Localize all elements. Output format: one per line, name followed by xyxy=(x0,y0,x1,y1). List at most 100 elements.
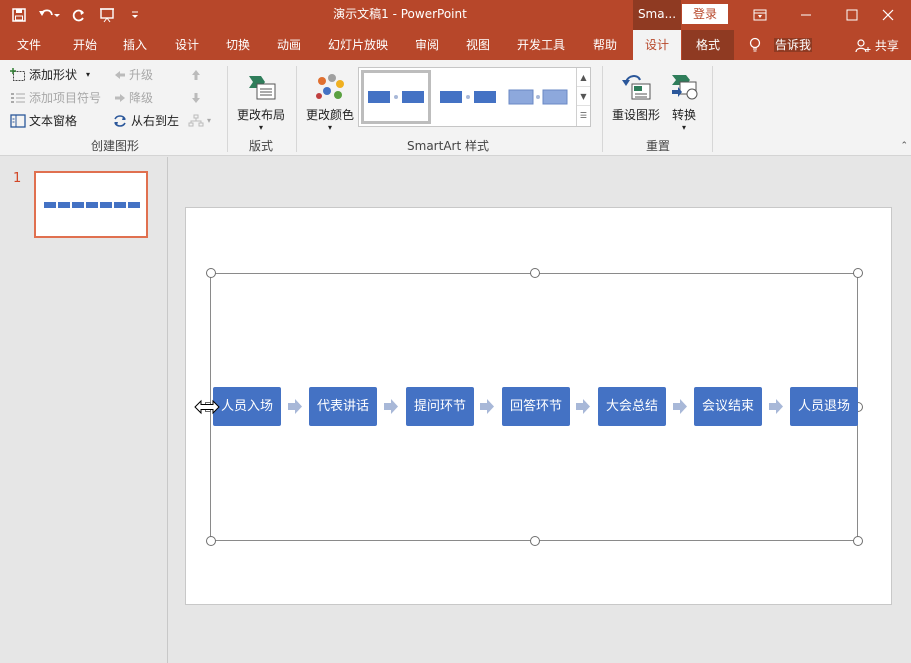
group-separator xyxy=(296,66,297,152)
process-step[interactable]: 人员入场 xyxy=(213,387,281,426)
collapse-ribbon-button[interactable]: ⌃ xyxy=(900,141,908,151)
thumbnail-shape xyxy=(86,202,98,208)
change-colors-label: 更改颜色 xyxy=(305,108,354,122)
gallery-scroll-down-button[interactable]: ▼ xyxy=(577,87,590,106)
gallery-scroll-up-button[interactable]: ▲ xyxy=(577,68,590,87)
org-chart-icon xyxy=(188,114,204,127)
login-button[interactable]: 登录 xyxy=(682,4,728,24)
process-step[interactable]: 回答环节 xyxy=(502,387,570,426)
arrow-right-icon xyxy=(769,399,783,414)
chevron-down-icon: ▾ xyxy=(207,116,212,125)
resize-handle-top-left[interactable] xyxy=(206,268,216,278)
person-icon xyxy=(855,38,871,52)
thumbnail-smartart-preview xyxy=(44,202,140,208)
change-layout-button[interactable]: 更改布局 ▾ xyxy=(232,68,290,132)
lightbulb-icon xyxy=(749,37,761,56)
smartart-style-option[interactable] xyxy=(503,70,573,124)
ribbon-tab-row: 文件 开始 插入 设计 切换 动画 幻灯片放映 审阅 视图 开发工具 帮助 设计… xyxy=(0,30,911,60)
right-to-left-button[interactable]: 从右到左 xyxy=(112,111,179,131)
minimize-button[interactable] xyxy=(783,0,829,30)
slide-thumbnail-pane: 1 xyxy=(0,157,168,663)
move-down-button[interactable] xyxy=(190,88,202,108)
tab-smartart-format[interactable]: 格式 xyxy=(682,30,734,60)
reset-group-label: 重置 xyxy=(645,139,670,153)
tab-developer[interactable]: 开发工具 xyxy=(506,30,576,60)
tab-design[interactable]: 设计 xyxy=(164,30,210,60)
smartart-styles-group-label: SmartArt 样式 xyxy=(407,139,489,153)
add-bullet-button[interactable]: 添加项目符号 xyxy=(10,88,101,108)
share-button[interactable]: 共享 xyxy=(855,37,899,54)
tab-slideshow[interactable]: 幻灯片放映 xyxy=(318,30,398,60)
chevron-down-icon: ▾ xyxy=(258,123,263,132)
add-shape-button[interactable]: 添加形状 ▾ xyxy=(10,65,90,85)
text-pane-button[interactable]: 文本窗格 xyxy=(10,111,77,131)
group-separator xyxy=(227,66,228,152)
color-palette-icon xyxy=(316,74,344,99)
tab-home[interactable]: 开始 xyxy=(60,30,110,60)
smartart-styles-gallery: ▲ ▼ ☰ xyxy=(358,67,591,127)
tab-help[interactable]: 帮助 xyxy=(582,30,628,60)
chevron-down-icon: ▾ xyxy=(681,123,686,132)
demote-button[interactable]: 降级 xyxy=(114,88,153,108)
group-separator xyxy=(602,66,603,152)
process-step[interactable]: 大会总结 xyxy=(598,387,666,426)
tab-transitions[interactable]: 切换 xyxy=(214,30,262,60)
resize-handle-bottom-left[interactable] xyxy=(206,536,216,546)
tab-review[interactable]: 审阅 xyxy=(404,30,450,60)
arrow-down-icon xyxy=(192,93,200,103)
smartart-style-option[interactable] xyxy=(433,70,503,124)
close-button[interactable] xyxy=(865,0,911,30)
gallery-more-button[interactable]: ☰ xyxy=(577,106,590,125)
slide-thumbnail[interactable] xyxy=(34,171,148,238)
tab-view[interactable]: 视图 xyxy=(455,30,501,60)
ribbon: 添加形状 ▾ 添加项目符号 文本窗格 升级 降级 从右到左 ▾ 创建图形 更改布… xyxy=(0,60,911,156)
promote-label: 升级 xyxy=(129,68,154,82)
move-up-button[interactable] xyxy=(190,65,202,85)
minimize-icon xyxy=(801,14,811,16)
process-step[interactable]: 人员退场 xyxy=(790,387,858,426)
arrow-left-icon xyxy=(115,71,125,79)
right-to-left-label: 从右到左 xyxy=(131,114,180,128)
tab-insert[interactable]: 插入 xyxy=(112,30,158,60)
reset-graphic-button[interactable]: 重设图形 xyxy=(608,68,664,123)
contextual-tab-label: Sma... xyxy=(633,0,681,30)
process-step[interactable]: 会议结束 xyxy=(694,387,762,426)
process-step[interactable]: 提问环节 xyxy=(406,387,474,426)
share-label: 共享 xyxy=(874,39,899,53)
resize-handle-bottom[interactable] xyxy=(530,536,540,546)
ribbon-display-options-button[interactable] xyxy=(737,0,783,30)
thumbnail-shape xyxy=(114,202,126,208)
arrow-right-icon xyxy=(480,399,494,414)
maximize-icon xyxy=(846,9,858,21)
change-layout-label: 更改布局 xyxy=(236,108,285,122)
slide-number: 1 xyxy=(13,171,22,186)
arrow-right-icon xyxy=(115,94,125,102)
chevron-down-icon: ▾ xyxy=(86,70,91,79)
process-step[interactable]: 代表讲话 xyxy=(309,387,377,426)
tell-me-box[interactable]: 告诉我 xyxy=(774,38,813,52)
group-separator xyxy=(712,66,713,152)
create-graphic-group-label: 创建图形 xyxy=(90,139,139,153)
thumbnail-shape xyxy=(128,202,140,208)
convert-button[interactable]: 转换 ▾ xyxy=(664,68,704,132)
convert-icon xyxy=(672,75,698,100)
gallery-scrollbar: ▲ ▼ ☰ xyxy=(576,68,590,126)
resize-handle-top[interactable] xyxy=(530,268,540,278)
layouts-group-label: 版式 xyxy=(248,139,273,153)
resize-handle-top-right[interactable] xyxy=(853,268,863,278)
change-colors-button[interactable]: 更改颜色 ▾ xyxy=(302,68,358,132)
tab-smartart-design[interactable]: 设计 xyxy=(633,30,681,60)
add-shape-label: 添加形状 xyxy=(29,68,78,82)
smartart-style-option[interactable] xyxy=(361,70,431,124)
tab-animations[interactable]: 动画 xyxy=(266,30,312,60)
promote-button[interactable]: 升级 xyxy=(114,65,153,85)
arrow-right-icon xyxy=(288,399,302,414)
arrow-right-icon xyxy=(673,399,687,414)
text-pane-icon xyxy=(10,114,26,128)
resize-handle-bottom-right[interactable] xyxy=(853,536,863,546)
reset-graphic-label: 重设图形 xyxy=(611,108,660,122)
convert-label: 转换 xyxy=(671,108,696,122)
layout-org-button[interactable]: ▾ xyxy=(188,111,211,131)
tab-file[interactable]: 文件 xyxy=(6,30,52,60)
thumbnail-shape xyxy=(44,202,56,208)
